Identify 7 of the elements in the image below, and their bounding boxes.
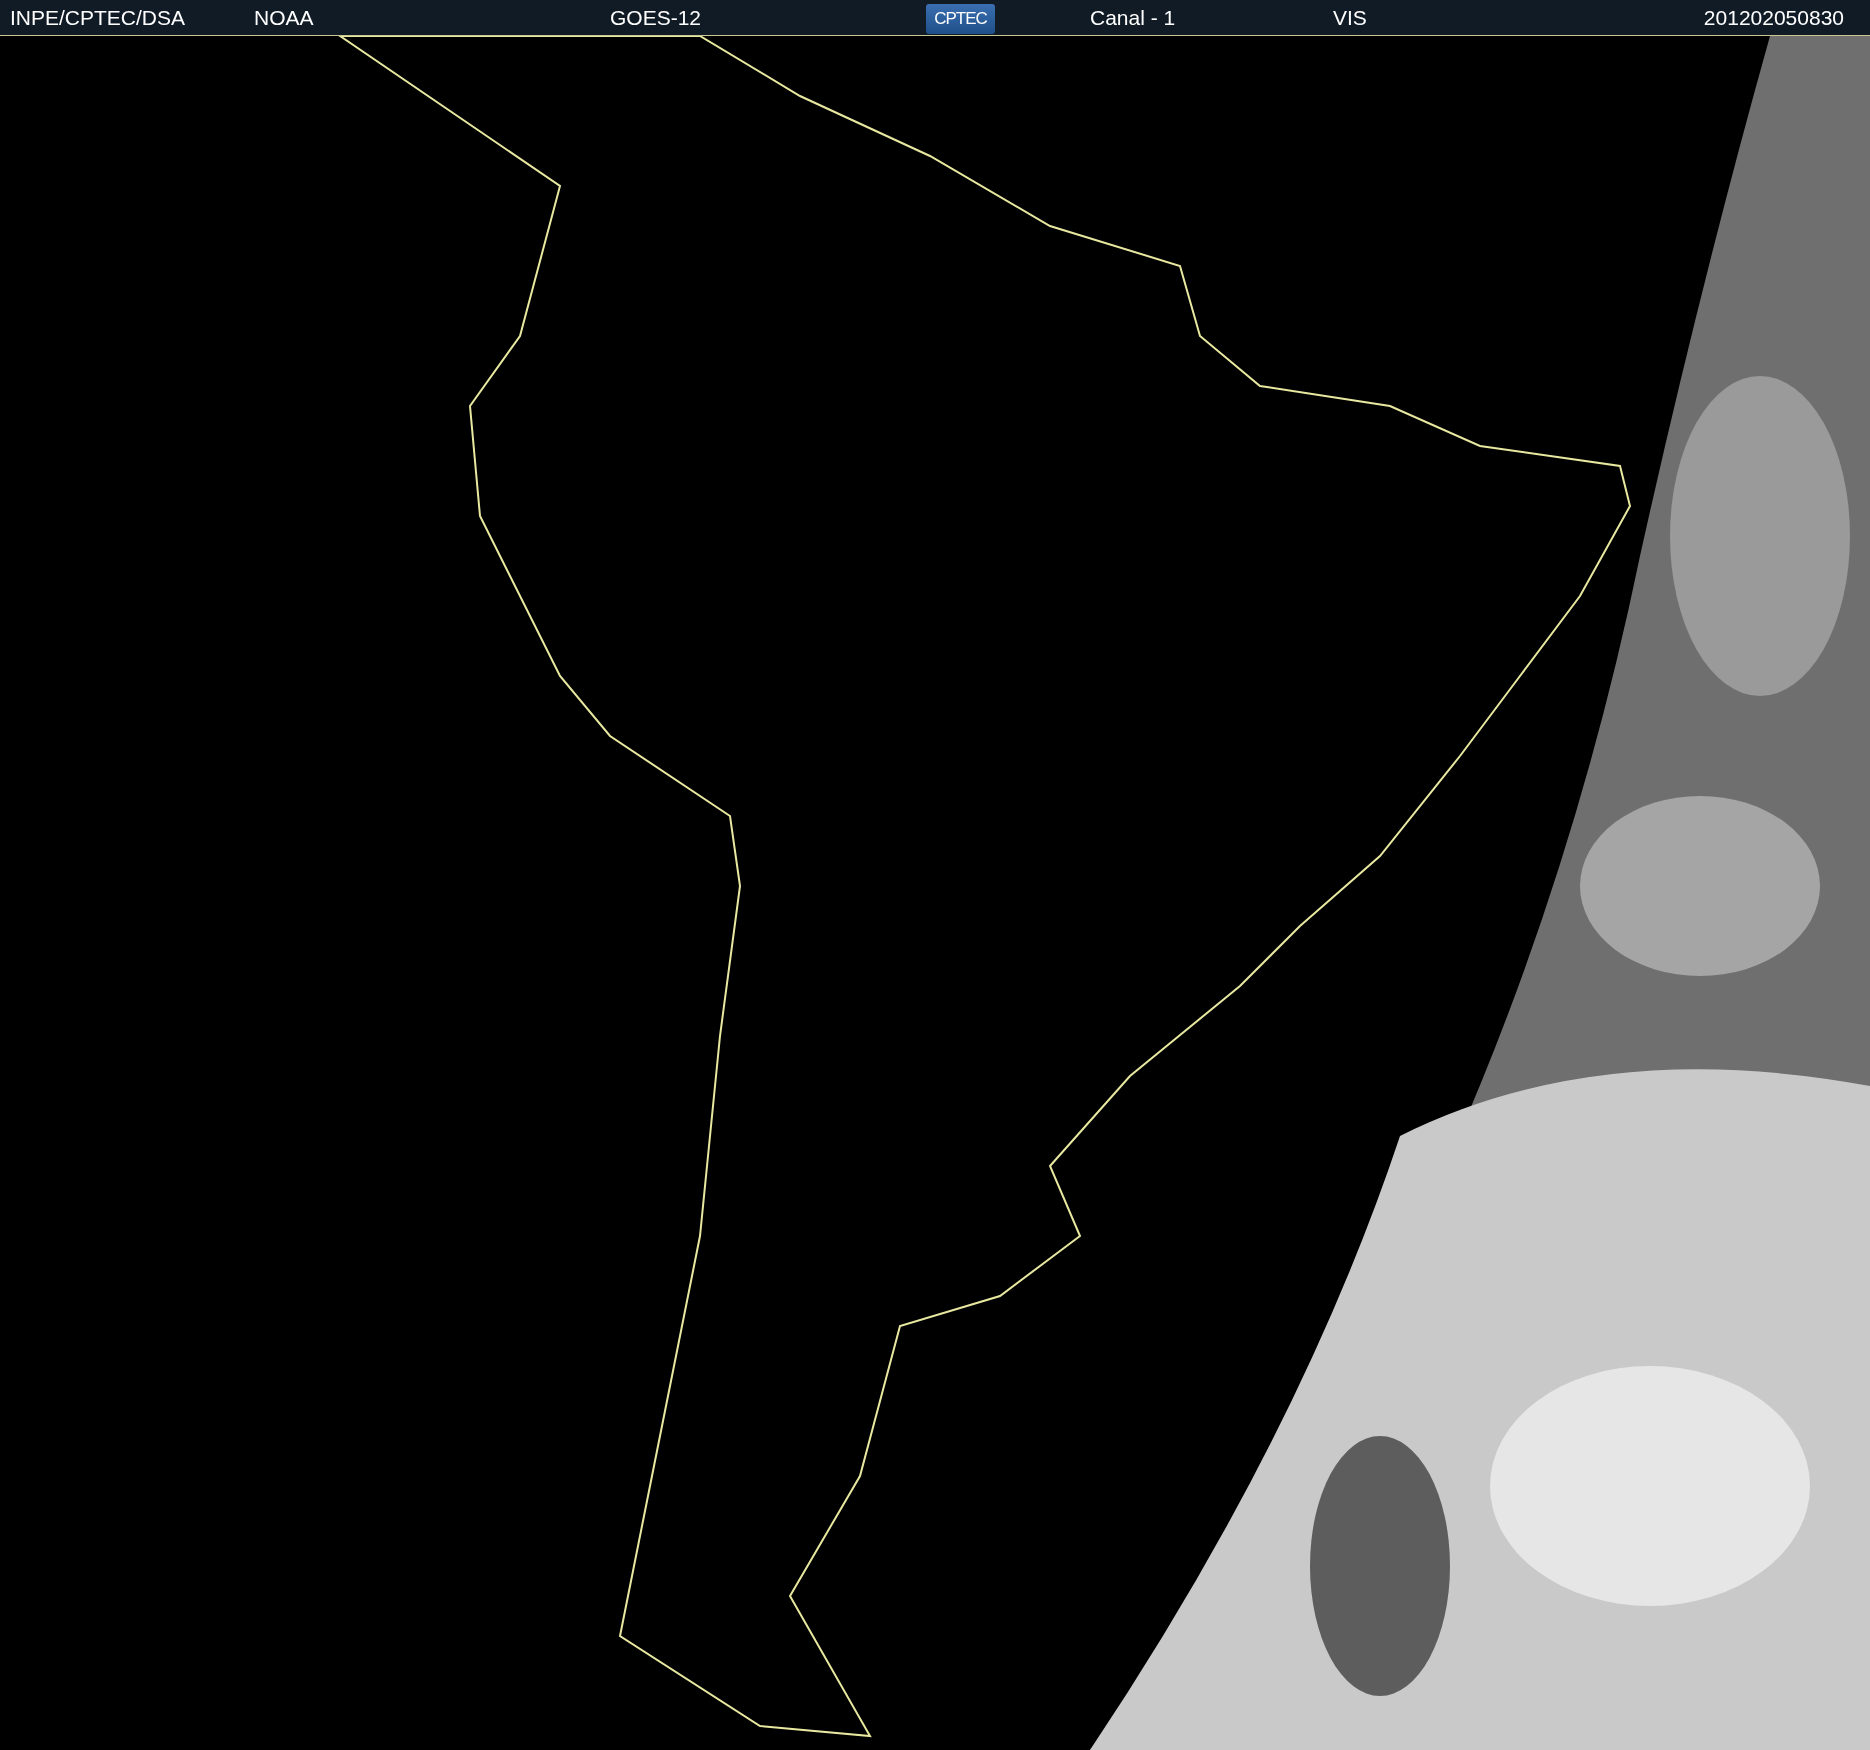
channel-label: Canal - 1 [1090, 4, 1177, 31]
band-label: VIS [1333, 4, 1368, 31]
satellite-label: GOES-12 [610, 4, 703, 31]
logo: CPTEC [926, 4, 995, 34]
timestamp-label: 201202050830 [1703, 4, 1844, 31]
agency-label: NOAA [254, 4, 315, 31]
source-label: INPE/CPTEC/DSA [10, 4, 187, 31]
